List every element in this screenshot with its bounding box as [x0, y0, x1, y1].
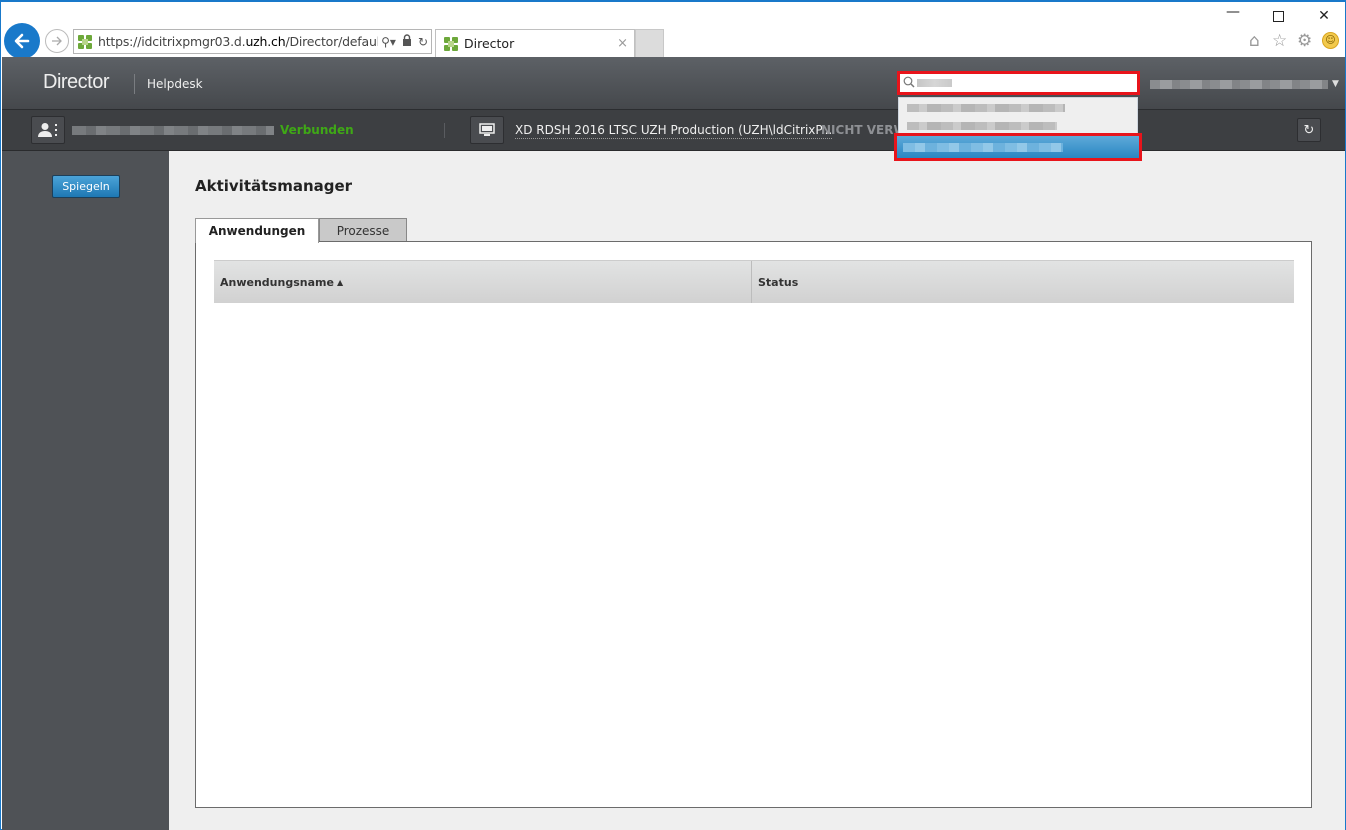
refresh-icon[interactable]: ↻ [418, 35, 428, 49]
citrix-favicon-icon [444, 36, 458, 51]
minimize-button[interactable]: — [1223, 4, 1243, 20]
user-name-redacted [72, 126, 274, 135]
maximize-icon [1272, 11, 1284, 22]
connection-status: Verbunden [280, 123, 354, 137]
lock-icon[interactable] [402, 34, 412, 49]
table-header: Anwendungsname ▲ Status [214, 260, 1294, 303]
result-redacted [907, 122, 1057, 130]
tab-applications[interactable]: Anwendungen [195, 218, 319, 243]
column-header-status[interactable]: Status [752, 261, 1294, 303]
smiley-icon[interactable]: ☺ [1322, 32, 1339, 49]
tab-title: Director [464, 36, 515, 51]
maximize-button[interactable] [1268, 8, 1288, 26]
search-result-item[interactable] [903, 99, 1135, 117]
forward-arrow-icon [52, 36, 62, 46]
user-menu[interactable]: ▼ [1150, 79, 1340, 89]
mirror-button[interactable]: Spiegeln [52, 175, 120, 198]
search-icon [903, 76, 915, 91]
user-icon [38, 123, 57, 137]
column-header-application-name[interactable]: Anwendungsname ▲ [214, 261, 752, 303]
user-details-button[interactable] [31, 116, 65, 144]
new-tab-button[interactable] [635, 29, 664, 57]
sidebar: Spiegeln [2, 151, 169, 830]
page-title: Aktivitätsmanager [195, 177, 353, 195]
brand-logo[interactable]: Director [43, 71, 110, 94]
monitor-icon [479, 123, 495, 136]
search-query-redacted [917, 79, 952, 87]
home-icon[interactable]: ⌂ [1249, 31, 1260, 51]
sort-ascending-icon: ▲ [336, 277, 344, 287]
forward-button[interactable] [45, 29, 69, 53]
browser-tab-director[interactable]: Director × [435, 29, 635, 57]
star-icon[interactable]: ☆ [1272, 31, 1287, 51]
machine-name-link[interactable]: XD RDSH 2016 LTSC UZH Production (UZH\ld… [515, 123, 833, 139]
back-arrow-icon [14, 33, 30, 49]
close-window-button[interactable]: ✕ [1314, 8, 1334, 24]
citrix-favicon-icon [78, 34, 92, 49]
main-content: Aktivitätsmanager Anwendungen Prozesse A… [169, 151, 1345, 830]
app-header: Director Helpdesk ▼ [2, 57, 1345, 110]
column-label: Anwendungsname [220, 275, 334, 289]
header-divider [134, 74, 135, 94]
context-bar: Verbunden XD RDSH 2016 LTSC UZH Producti… [2, 110, 1345, 151]
url-text[interactable]: https://idcitrixpmgr03.d.uzh.ch/Director… [98, 34, 378, 49]
tab-processes[interactable]: Prozesse [319, 218, 407, 242]
browser-window: — ✕ https://idcitrixpmgr03.d.uzh.ch/Dire… [0, 0, 1346, 830]
applications-panel: Anwendungsname ▲ Status [195, 241, 1312, 808]
refresh-button[interactable]: ↻ [1297, 118, 1321, 142]
result-redacted [903, 142, 1063, 152]
search-result-item-selected[interactable] [894, 133, 1142, 161]
nav-helpdesk[interactable]: Helpdesk [147, 77, 203, 91]
search-icon[interactable]: ⚲▾ [381, 35, 396, 49]
context-divider [444, 123, 445, 138]
machine-details-button[interactable] [470, 116, 504, 144]
username-redacted [1150, 79, 1328, 89]
refresh-icon: ↻ [1303, 122, 1315, 138]
column-label: Status [758, 275, 799, 289]
result-redacted [907, 104, 1065, 112]
address-bar[interactable]: https://idcitrixpmgr03.d.uzh.ch/Director… [73, 29, 432, 54]
search-input[interactable] [897, 71, 1140, 95]
gear-icon[interactable]: ⚙ [1297, 31, 1312, 51]
back-button[interactable] [4, 23, 40, 59]
chevron-down-icon: ▼ [1332, 79, 1339, 89]
close-tab-icon[interactable]: × [617, 36, 628, 51]
